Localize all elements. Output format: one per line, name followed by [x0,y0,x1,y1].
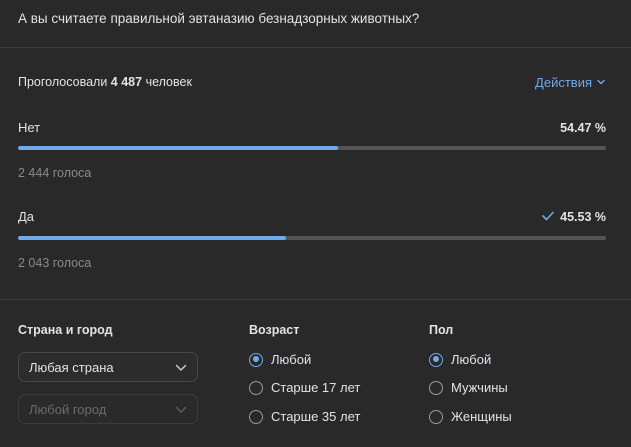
age-radio-35[interactable]: Старше 35 лет [249,409,360,424]
option-bar [18,236,606,240]
radio-label: Любой [271,352,312,367]
option-bar [18,146,606,150]
actions-dropdown[interactable]: Действия [535,75,606,90]
radio-label: Любой [451,352,492,367]
sex-radio-any[interactable]: Любой [429,352,491,367]
radio-icon [249,409,263,424]
sex-filter-heading: Пол [429,323,454,337]
divider [0,47,631,48]
country-select[interactable]: Любая страна [18,352,198,382]
radio-label: Мужчины [451,380,508,395]
votes-summary: Проголосовали 4 487 человек [18,75,192,89]
option-bar-fill [18,236,286,240]
option-vote-count: 2 043 голоса [18,256,92,270]
divider [0,299,631,300]
voted-count: 4 487 [110,75,143,89]
option-percent-value: 54.47 % [560,121,606,135]
chevron-down-icon [175,360,187,375]
age-filter-heading: Возраст [249,323,300,337]
age-radio-17[interactable]: Старше 17 лет [249,380,360,395]
actions-label: Действия [535,75,592,90]
chevron-down-icon [596,75,606,90]
radio-icon [429,352,443,367]
city-select: Любой город [18,394,198,424]
voted-prefix: Проголосовали [18,75,108,89]
radio-icon [429,409,443,424]
poll-question: А вы считаете правильной эвтаназию безна… [18,11,420,26]
option-vote-count: 2 444 голоса [18,166,92,180]
sex-radio-male[interactable]: Мужчины [429,380,508,395]
country-select-value: Любая страна [29,359,114,375]
radio-icon [249,380,263,395]
radio-label: Старше 35 лет [271,409,361,424]
voted-suffix: человек [145,75,192,89]
city-select-value: Любой город [29,401,107,417]
option-bar-fill [18,146,339,150]
option-label: Нет [18,120,41,135]
radio-label: Старше 17 лет [271,380,361,395]
option-percent: 54.47 % [560,121,606,135]
age-radio-any[interactable]: Любой [249,352,311,367]
radio-label: Женщины [451,409,512,424]
option-percent-value: 45.53 % [560,210,606,224]
location-filter-heading: Страна и город [18,323,113,337]
option-percent: 45.53 % [542,210,606,224]
option-label: Да [18,209,35,224]
radio-icon [429,380,443,395]
chevron-down-icon [175,402,187,417]
sex-radio-female[interactable]: Женщины [429,409,512,424]
radio-icon [249,352,263,367]
check-icon [542,210,554,224]
